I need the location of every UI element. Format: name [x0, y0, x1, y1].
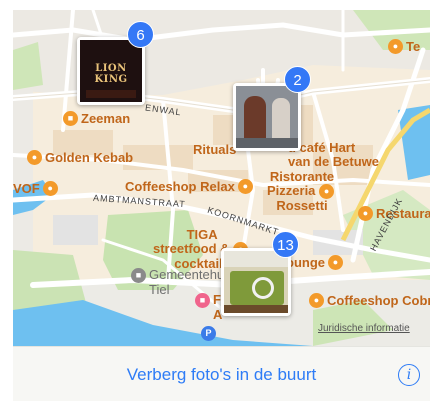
photo-cluster-3-count-badge: 13 — [272, 231, 299, 258]
photo-cluster-2-count-badge: 2 — [284, 66, 311, 93]
building-icon: ■ — [131, 268, 146, 284]
poi-vof-label: VOF — [13, 181, 40, 196]
poi-tiga-label-1: TIGA — [186, 227, 218, 242]
cup-icon: ● — [237, 179, 253, 195]
fork-knife-icon: ● — [388, 39, 403, 55]
info-icon-glyph: i — [406, 367, 412, 383]
poi-rituals-label: Rituals — [193, 142, 237, 157]
poi-zeeman[interactable]: ■ Zeeman — [63, 110, 130, 128]
map-view[interactable]: ● Te ■ Zeeman ENWAL ● Golden Kebab Rituals … — [13, 10, 430, 346]
cup-icon: ● — [42, 181, 58, 197]
cocktail-icon: ● — [328, 255, 343, 271]
poi-rituals[interactable]: Rituals — [193, 141, 236, 159]
poi-lounge[interactable]: ounge ● — [286, 254, 346, 272]
poi-cafe-hart-label-1: d café Hart — [288, 140, 356, 155]
legal-info-link[interactable]: Juridische informatie — [318, 323, 410, 334]
photo-thumbnail-table — [224, 305, 288, 313]
poi-lounge-label: ounge — [286, 255, 325, 270]
fork-knife-icon: ● — [358, 206, 373, 222]
poi-pizzeria-label-3: Rossetti — [276, 198, 328, 214]
poi-golden-kebab-label: Golden Kebab — [45, 150, 134, 165]
poi-coffeeshop-relax[interactable]: Coffeeshop Relax ● — [125, 178, 256, 196]
poi-golden-kebab[interactable]: ● Golden Kebab — [27, 149, 133, 167]
poi-zeeman-label: Zeeman — [81, 111, 131, 126]
photo-thumbnail — [236, 86, 298, 148]
poi-pizzeria-label-2: Pizzeria — [267, 183, 316, 198]
photo-thumbnail-stage — [86, 90, 136, 98]
parking-icon: P — [201, 326, 216, 342]
hide-nearby-photos-button[interactable]: Verberg foto's in de buurt — [13, 365, 430, 385]
photo-cluster-3[interactable] — [221, 248, 291, 316]
poi-tiga-label-2: streetfood & — [153, 241, 230, 256]
poi-parking[interactable]: P — [201, 325, 219, 343]
pizza-icon: ● — [319, 184, 335, 200]
photo-thumbnail-plate — [252, 277, 274, 299]
poi-te-label: Te — [406, 39, 421, 54]
photo-cluster-1[interactable]: LION KING — [77, 37, 145, 105]
poi-pizzeria[interactable]: Ristorante Pizzeria ● Rossetti — [267, 170, 337, 213]
photo-thumbnail: LION KING — [80, 40, 142, 102]
gift-icon: ■ — [195, 293, 210, 309]
poi-cafe-hart-label-2: van de Betuwe — [288, 154, 380, 169]
screen: ● Te ■ Zeeman ENWAL ● Golden Kebab Rituals … — [0, 0, 430, 401]
photo-thumbnail — [224, 251, 288, 313]
photo-thumbnail-ground — [236, 138, 298, 148]
cup-icon: ● — [309, 293, 324, 309]
poi-te[interactable]: ● Te — [388, 38, 420, 56]
poi-pizzeria-label-1: Ristorante — [269, 169, 335, 184]
poi-cafe-hart[interactable]: d café Hart van de Betuwe — [288, 141, 379, 169]
poi-coffeeshop-cobra[interactable]: ● Coffeeshop Cobra — [309, 292, 430, 310]
poi-gemeentehuis-row: ■ Gemeentehu — [131, 267, 225, 284]
poi-coffeeshop-relax-label: Coffeeshop Relax — [125, 179, 235, 194]
bottom-bar: Verberg foto's in de buurt i — [13, 346, 430, 401]
shopping-bag-icon: ■ — [63, 111, 78, 127]
photo-thumbnail-text: LION KING — [94, 63, 128, 85]
fork-knife-icon: ● — [27, 150, 42, 166]
info-icon[interactable]: i — [398, 364, 420, 386]
poi-coffeeshop-cobra-label: Coffeeshop Cobra — [327, 293, 430, 308]
poi-pizzeria-label-2-row: Pizzeria ● — [267, 183, 337, 200]
photo-cluster-1-count-badge: 6 — [127, 21, 154, 48]
poi-gemeentehuis-label-1: Gemeentehu — [149, 267, 225, 282]
poi-vof[interactable]: VOF ● — [13, 180, 61, 198]
photo-cluster-2[interactable] — [233, 83, 301, 151]
